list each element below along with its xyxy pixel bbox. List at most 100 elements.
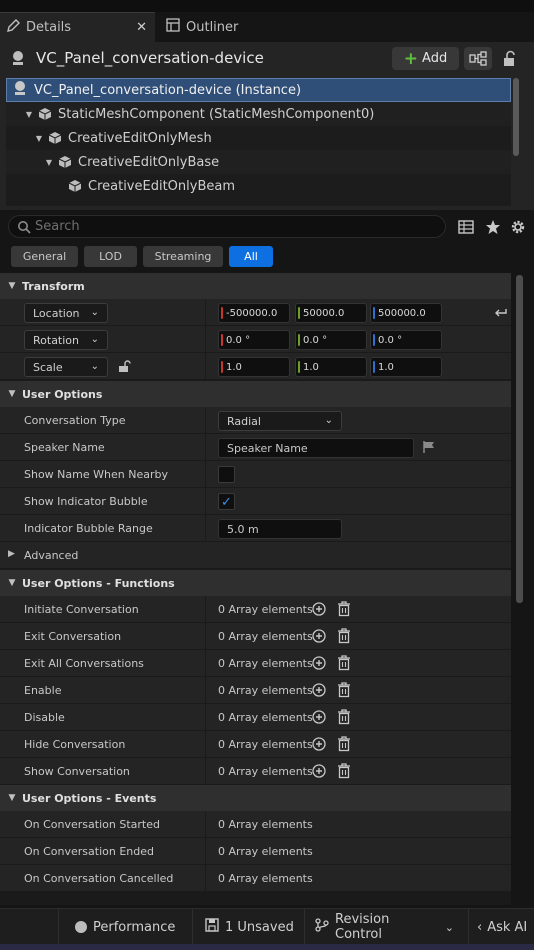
search-box[interactable] bbox=[8, 215, 446, 238]
blueprint-button[interactable] bbox=[464, 47, 492, 70]
star-icon[interactable] bbox=[485, 219, 501, 235]
property-rotation: Rotation ⌄ 0.0 ° 0.0 ° 0.0 ° bbox=[0, 326, 511, 353]
advanced-row[interactable]: ▶ Advanced bbox=[0, 542, 511, 569]
category-user-options[interactable]: ▼ User Options bbox=[0, 381, 511, 407]
category-title: User Options - Events bbox=[22, 791, 157, 805]
tab-details[interactable]: Details ✕ bbox=[0, 12, 155, 42]
filter-streaming[interactable]: Streaming bbox=[143, 246, 223, 267]
scale-x-field[interactable]: 1.0 bbox=[218, 357, 290, 377]
flag-icon[interactable] bbox=[422, 440, 436, 457]
property-label: Scale bbox=[33, 360, 63, 374]
details-scrollbar[interactable] bbox=[516, 275, 523, 603]
scale-y-field[interactable]: 1.0 bbox=[295, 357, 367, 377]
cube-icon bbox=[38, 107, 52, 121]
reset-arrow-icon[interactable] bbox=[494, 305, 508, 322]
filter-lod[interactable]: LOD bbox=[84, 246, 137, 267]
tab-outliner[interactable]: Outliner bbox=[160, 12, 290, 42]
property-label: Indicator Bubble Range bbox=[24, 522, 153, 535]
add-circle-icon[interactable] bbox=[312, 656, 326, 670]
tree-row-root[interactable]: VC_Panel_conversation-device (Instance) bbox=[6, 78, 511, 102]
tree-row[interactable]: CreativeEditOnlyBeam bbox=[6, 174, 511, 198]
cube-icon bbox=[48, 131, 62, 145]
rotation-z-field[interactable]: 0.0 ° bbox=[370, 330, 442, 350]
add-circle-icon[interactable] bbox=[312, 764, 326, 778]
property-label: Disable bbox=[24, 711, 65, 724]
property-label: Show Indicator Bubble bbox=[24, 495, 148, 508]
checkmark-icon: ✓ bbox=[221, 495, 232, 510]
expand-arrow-icon[interactable]: ▼ bbox=[34, 134, 44, 143]
scale-mode-dropdown[interactable]: Scale ⌄ bbox=[24, 357, 108, 377]
rotation-y-field[interactable]: 0.0 ° bbox=[295, 330, 367, 350]
ask-ai-button[interactable]: ‹ Ask AI bbox=[468, 909, 534, 945]
tree-row[interactable]: ▼ StaticMeshComponent (StaticMeshCompone… bbox=[6, 102, 511, 126]
array-count: 0 Array elements bbox=[218, 738, 313, 751]
rotation-x-field[interactable]: 0.0 ° bbox=[218, 330, 290, 350]
category-functions[interactable]: ▼ User Options - Functions bbox=[0, 570, 511, 596]
actor-name: VC_Panel_conversation-device bbox=[36, 49, 264, 67]
gear-icon[interactable] bbox=[510, 219, 526, 235]
divider bbox=[205, 326, 206, 353]
location-x-field[interactable]: -500000.0 bbox=[218, 303, 290, 323]
speaker-name-field[interactable]: Speaker Name bbox=[218, 438, 414, 458]
performance-label: Performance bbox=[93, 919, 176, 935]
unsaved-label: 1 Unsaved bbox=[225, 919, 294, 935]
expand-arrow-icon[interactable]: ▼ bbox=[44, 158, 54, 167]
tree-row[interactable]: ▼ CreativeEditOnlyMesh bbox=[6, 126, 511, 150]
function-row: Initiate Conversation 0 Array elements bbox=[0, 596, 511, 623]
trash-icon[interactable] bbox=[337, 655, 351, 671]
trash-icon[interactable] bbox=[337, 601, 351, 617]
lock-icon[interactable] bbox=[500, 49, 520, 69]
trash-icon[interactable] bbox=[337, 628, 351, 644]
tree-row[interactable]: ▼ CreativeEditOnlyBase bbox=[6, 150, 511, 174]
advanced-label: Advanced bbox=[24, 549, 79, 562]
add-circle-icon[interactable] bbox=[312, 710, 326, 724]
add-circle-icon[interactable] bbox=[312, 737, 326, 751]
divider bbox=[205, 596, 206, 623]
show-name-checkbox[interactable] bbox=[218, 466, 235, 483]
revision-control-button[interactable]: Revision Control ⌄ bbox=[304, 909, 454, 945]
category-transform[interactable]: ▼ Transform bbox=[0, 273, 511, 299]
category-events[interactable]: ▼ User Options - Events bbox=[0, 785, 511, 811]
add-component-button[interactable]: + Add bbox=[392, 47, 459, 70]
chevron-down-icon: ⌄ bbox=[324, 415, 333, 426]
tree-scrollbar[interactable] bbox=[513, 78, 519, 156]
location-y-field[interactable]: 50000.0 bbox=[295, 303, 367, 323]
filter-all[interactable]: All bbox=[229, 246, 273, 267]
trash-icon[interactable] bbox=[337, 682, 351, 698]
search-input[interactable] bbox=[35, 219, 415, 234]
performance-button[interactable]: Performance bbox=[58, 909, 180, 945]
blueprint-icon bbox=[464, 51, 492, 73]
bubble-range-field[interactable]: 5.0 m bbox=[218, 519, 342, 539]
show-bubble-checkbox[interactable]: ✓ bbox=[218, 493, 235, 510]
actor-icon bbox=[10, 50, 26, 66]
trash-icon[interactable] bbox=[337, 736, 351, 752]
trash-icon[interactable] bbox=[337, 709, 351, 725]
divider bbox=[205, 677, 206, 704]
property-bubble-range: Indicator Bubble Range 5.0 m bbox=[0, 515, 511, 542]
add-circle-icon[interactable] bbox=[312, 683, 326, 697]
location-mode-dropdown[interactable]: Location ⌄ bbox=[24, 303, 108, 323]
location-z-field[interactable]: 500000.0 bbox=[370, 303, 442, 323]
scale-z-field[interactable]: 1.0 bbox=[370, 357, 442, 377]
conversation-type-dropdown[interactable]: Radial ⌄ bbox=[218, 411, 342, 431]
divider bbox=[205, 434, 206, 461]
function-row: Hide Conversation 0 Array elements bbox=[0, 731, 511, 758]
divider bbox=[205, 838, 206, 865]
window-top-strip bbox=[0, 0, 534, 12]
add-circle-icon[interactable] bbox=[312, 629, 326, 643]
table-view-icon[interactable] bbox=[458, 219, 474, 235]
bottom-strip bbox=[0, 944, 534, 950]
property-label: Rotation bbox=[33, 333, 80, 347]
filter-general[interactable]: General bbox=[11, 246, 78, 267]
add-circle-icon[interactable] bbox=[312, 602, 326, 616]
property-label: Conversation Type bbox=[24, 414, 126, 427]
divider bbox=[205, 461, 206, 488]
unsaved-button[interactable]: 1 Unsaved bbox=[192, 909, 298, 945]
tree-row-label: CreativeEditOnlyMesh bbox=[68, 130, 212, 146]
unlock-icon[interactable] bbox=[117, 359, 131, 376]
close-icon[interactable]: ✕ bbox=[136, 20, 147, 35]
trash-icon[interactable] bbox=[337, 763, 351, 779]
expand-arrow-icon[interactable]: ▼ bbox=[24, 110, 34, 119]
rotation-mode-dropdown[interactable]: Rotation ⌄ bbox=[24, 330, 108, 350]
category-title: Transform bbox=[22, 279, 85, 293]
